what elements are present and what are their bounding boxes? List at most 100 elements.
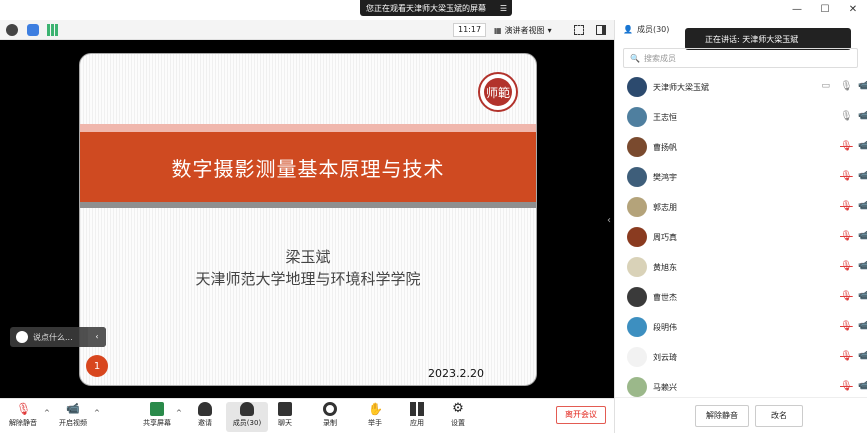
signal-icon[interactable]: [47, 24, 59, 36]
screen-share-icon: ▭: [821, 81, 830, 91]
chat-icon: [278, 402, 292, 416]
avatar: [627, 137, 647, 157]
member-row[interactable]: 王志恒 🎙 📹: [615, 102, 867, 132]
avatar: [627, 347, 647, 367]
members-button[interactable]: 成员(30): [226, 402, 268, 432]
mic-muted-icon[interactable]: 🎙: [840, 231, 853, 243]
mic-muted-icon: 🎙: [16, 402, 32, 416]
member-name: 郭志朋: [653, 202, 677, 212]
slide-page-number: 1: [86, 355, 108, 377]
meeting-timer: 11:17: [453, 23, 487, 37]
slide-date: 2023.2.20: [428, 367, 484, 380]
members-panel: 👤 成员(30) 正在讲话: 天津师大梁玉斌 🔍 搜索成员 天津师大梁玉斌 ▭ 🎙 📹…: [614, 20, 867, 433]
settings-button[interactable]: ⚙ 设置: [437, 402, 479, 432]
unmute-button[interactable]: 🎙 解除静音: [2, 402, 44, 432]
avatar: [627, 227, 647, 247]
raise-hand-label: 举手: [368, 419, 382, 427]
member-row[interactable]: 段明伟 🎙 📹: [615, 312, 867, 342]
fullscreen-icon[interactable]: [574, 25, 584, 35]
view-label: 演讲者视图: [504, 25, 545, 35]
speaker-view-button[interactable]: ▦ 演讲者视图 ▾: [494, 23, 552, 37]
maximize-button[interactable]: ☐: [811, 0, 839, 20]
audio-options-caret[interactable]: ^: [44, 409, 50, 417]
mic-muted-icon[interactable]: 🎙: [840, 261, 853, 273]
speaking-indicator: 正在讲话: 天津师大梁玉斌: [685, 28, 851, 50]
menu-icon[interactable]: ☰: [500, 4, 507, 13]
title-band: 数字摄影测量基本原理与技术: [80, 132, 536, 202]
start-video-button[interactable]: 📹 开启视频: [52, 402, 94, 432]
close-button[interactable]: ✕: [839, 0, 867, 20]
record-icon: [323, 402, 337, 416]
video-options-caret[interactable]: ^: [94, 409, 100, 417]
raise-hand-button[interactable]: ✋ 举手: [354, 402, 396, 432]
start-video-label: 开启视频: [59, 419, 87, 427]
member-row[interactable]: 刘云琦 🎙 📹: [615, 342, 867, 372]
avatar: [627, 197, 647, 217]
member-row[interactable]: 曹扬帆 🎙 📹: [615, 132, 867, 162]
video-off-icon: 📹: [858, 381, 867, 391]
sidebar-toggle-icon[interactable]: [596, 25, 606, 35]
video-off-icon: 📹: [858, 81, 867, 91]
invite-button[interactable]: 邀请: [184, 402, 226, 432]
collapse-panel-icon[interactable]: ‹: [604, 215, 614, 226]
mic-muted-icon[interactable]: 🎙: [840, 351, 853, 363]
avatar: [627, 377, 647, 397]
title-band-bottom: [80, 202, 536, 208]
members-header-icon: 👤: [623, 25, 633, 34]
member-row[interactable]: 樊鸿宇 🎙 📹: [615, 162, 867, 192]
unmute-all-button[interactable]: 解除静音: [695, 405, 749, 427]
video-off-icon: 📹: [858, 321, 867, 331]
unmute-label: 解除静音: [9, 419, 37, 427]
minimize-button[interactable]: —: [783, 0, 811, 20]
chat-button[interactable]: 聊天: [264, 402, 306, 432]
grid-icon: ▦: [494, 25, 502, 35]
invite-icon: [198, 402, 212, 416]
video-off-icon: 📹: [858, 261, 867, 271]
member-name: 马赖兴: [653, 382, 677, 392]
leave-meeting-button[interactable]: 离开会议: [556, 406, 606, 424]
info-icon[interactable]: [6, 24, 18, 36]
apps-button[interactable]: 应用: [396, 402, 438, 432]
university-logo: 师範: [478, 72, 518, 112]
member-name: 曹扬帆: [653, 142, 677, 152]
member-row[interactable]: 黄旭东 🎙 📹: [615, 252, 867, 282]
member-name: 段明伟: [653, 322, 677, 332]
member-row[interactable]: 天津师大梁玉斌 ▭ 🎙 📹: [615, 72, 867, 102]
emoji-icon[interactable]: [16, 331, 28, 343]
share-options-caret[interactable]: ^: [176, 409, 182, 417]
member-name: 周巧真: [653, 232, 677, 242]
mic-icon[interactable]: 🎙: [840, 81, 853, 93]
member-list: 天津师大梁玉斌 ▭ 🎙 📹 王志恒 🎙 📹 曹扬帆 🎙 📹 樊鸿宇 🎙 📹 郭志朋 🎙 📹 周巧真 🎙 📹 黄旭东 🎙 📹…: [615, 72, 867, 402]
video-off-icon: 📹: [858, 201, 867, 211]
member-search-input[interactable]: 🔍 搜索成员: [623, 48, 858, 68]
window-controls: — ☐ ✕: [783, 0, 867, 20]
speaking-text: 正在讲话: 天津师大梁玉斌: [705, 34, 799, 44]
video-off-icon: 📹: [858, 141, 867, 151]
panel-header: 👤 成员(30): [623, 24, 669, 35]
mic-muted-icon[interactable]: 🎙: [840, 141, 853, 153]
hand-icon: ✋: [368, 402, 383, 416]
mic-muted-icon[interactable]: 🎙: [840, 291, 853, 303]
mic-icon[interactable]: 🎙: [840, 111, 853, 123]
avatar: [627, 167, 647, 187]
banner-text: 您正在观看天津师大梁玉斌的屏幕: [366, 3, 486, 13]
quick-chat-input[interactable]: 说点什么... ‹: [10, 327, 106, 347]
member-row[interactable]: 曹世杰 🎙 📹: [615, 282, 867, 312]
record-label: 录制: [323, 419, 337, 427]
avatar: [627, 317, 647, 337]
mic-muted-icon[interactable]: 🎙: [840, 381, 853, 393]
rename-button[interactable]: 改名: [755, 405, 803, 427]
member-row[interactable]: 郭志朋 🎙 📹: [615, 192, 867, 222]
apps-label: 应用: [410, 419, 424, 427]
record-button[interactable]: 录制: [309, 402, 351, 432]
bottom-control-bar: 🎙 解除静音 ^ 📹 开启视频 ^ 共享屏幕 ^ 邀请 成员(30) 聊天 录制: [0, 398, 614, 433]
mic-muted-icon[interactable]: 🎙: [840, 321, 853, 333]
panel-footer: 解除静音 改名: [615, 397, 867, 433]
mic-muted-icon[interactable]: 🎙: [840, 171, 853, 183]
settings-label: 设置: [451, 419, 465, 427]
member-row[interactable]: 周巧真 🎙 📹: [615, 222, 867, 252]
share-screen-button[interactable]: 共享屏幕: [136, 402, 178, 432]
collapse-chat-button[interactable]: ‹: [88, 327, 106, 347]
mic-muted-icon[interactable]: 🎙: [840, 201, 853, 213]
shield-icon[interactable]: [27, 24, 39, 36]
